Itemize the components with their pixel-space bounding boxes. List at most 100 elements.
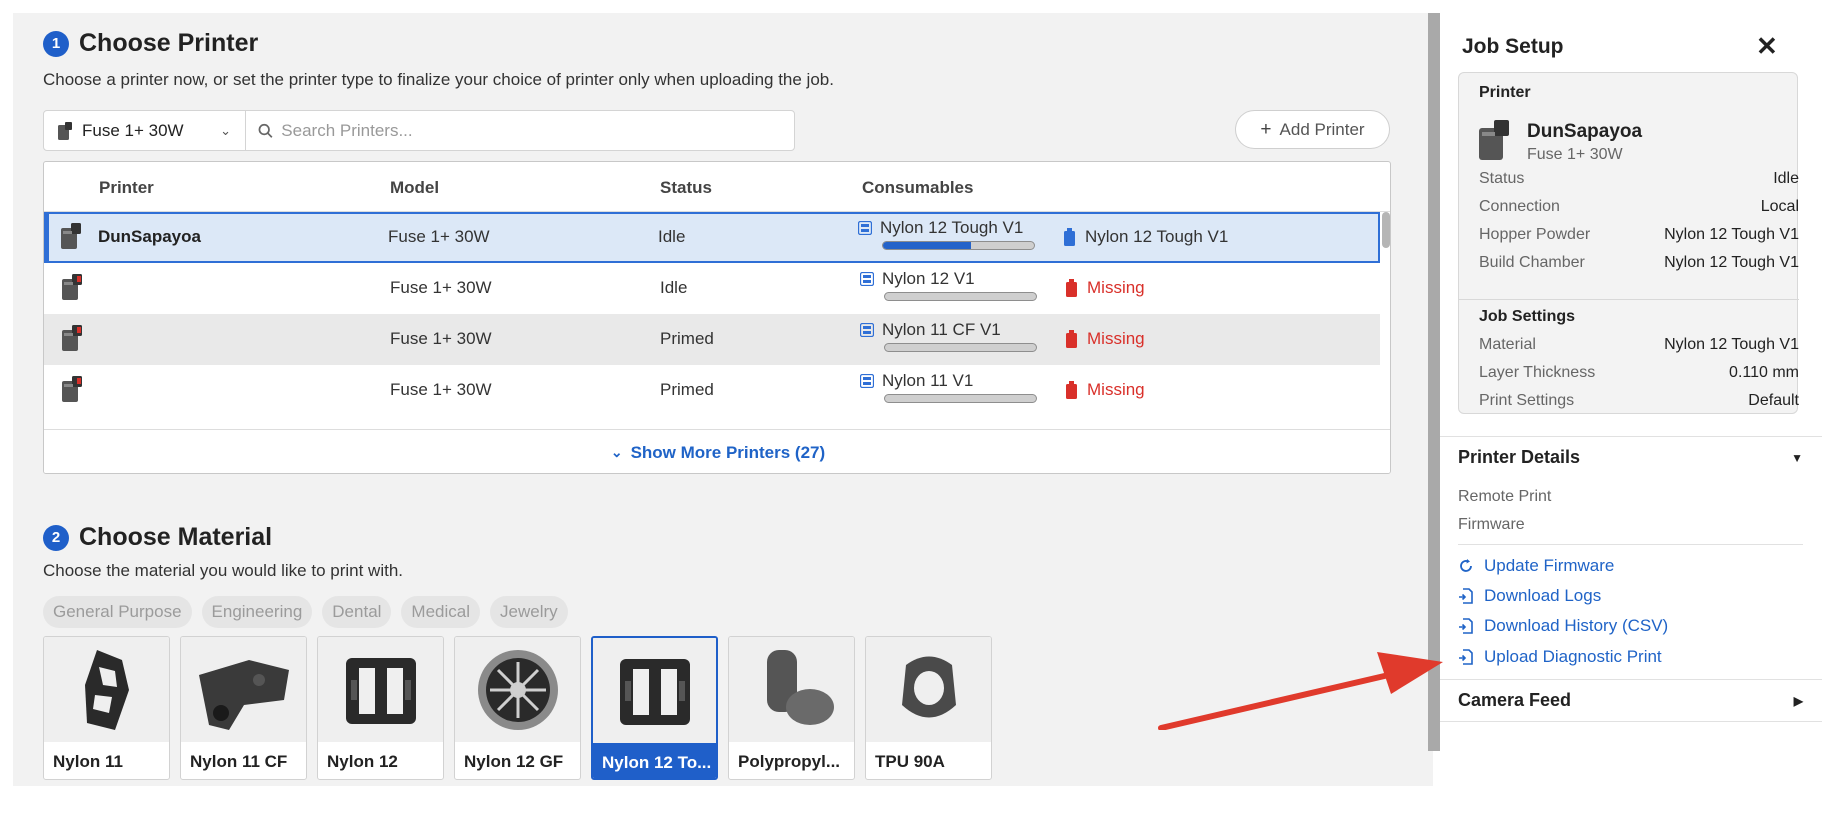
- hopper-powder-name: Nylon 12 Tough V1: [880, 218, 1024, 237]
- upload-file-icon: [1459, 649, 1473, 665]
- update-firmware-label: Update Firmware: [1484, 556, 1615, 575]
- chamber-consumable: Missing: [1066, 380, 1145, 400]
- material-card-nylon-11-cf[interactable]: Nylon 11 CF: [180, 636, 307, 780]
- material-card-nylon-11[interactable]: Nylon 11: [43, 636, 170, 780]
- section-divider: [1440, 436, 1822, 437]
- material-card-tpu-90a[interactable]: TPU 90A: [865, 636, 992, 780]
- download-file-icon: [1459, 618, 1473, 634]
- chamber-consumable: Missing: [1066, 278, 1145, 298]
- powder-level-bar: [884, 292, 1037, 301]
- table-row[interactable]: Fuse 1+ 30W Primed Nylon 11 V1 Missing: [44, 365, 1380, 416]
- chamber-name: Nylon 12 Tough V1: [1085, 227, 1229, 246]
- update-firmware-link[interactable]: Update Firmware: [1458, 556, 1614, 576]
- upload-diagnostic-print-link[interactable]: Upload Diagnostic Print: [1458, 647, 1662, 667]
- show-more-printers-button[interactable]: ⌄ Show More Printers (27): [44, 429, 1390, 473]
- printer-model: Fuse 1+ 30W: [388, 227, 490, 246]
- filter-chip-medical[interactable]: Medical: [401, 596, 481, 628]
- printer-details-toggle[interactable]: Printer Details ▼: [1458, 447, 1803, 468]
- close-icon[interactable]: ✕: [1756, 31, 1778, 62]
- choose-printer-heading: 1 Choose Printer: [43, 29, 258, 58]
- chamber-missing-label: Missing: [1087, 329, 1145, 348]
- panel-scrollbar[interactable]: [1428, 13, 1440, 751]
- plus-icon: +: [1260, 118, 1272, 140]
- printer-filter-toolbar: Fuse 1+ 30W ⌄: [43, 110, 795, 151]
- powder-level-bar: [882, 241, 1035, 250]
- material-label: Nylon 12: [327, 751, 398, 771]
- prop-hopper-powder: Hopper Powder Nylon 12 Tough V1: [1479, 226, 1799, 243]
- add-printer-button[interactable]: + Add Printer: [1235, 110, 1390, 149]
- table-scrollbar[interactable]: [1382, 212, 1390, 248]
- column-header-consumables: Consumables: [862, 178, 974, 197]
- selected-printer-model: Fuse 1+ 30W: [1527, 146, 1623, 163]
- download-history-link[interactable]: Download History (CSV): [1458, 616, 1668, 636]
- camera-feed-toggle[interactable]: Camera Feed ▶: [1458, 690, 1803, 711]
- choose-material-heading: 2 Choose Material: [43, 523, 272, 552]
- filter-chip-jewelry[interactable]: Jewelry: [490, 596, 568, 628]
- powder-level-bar: [884, 394, 1037, 403]
- job-settings-label: Job Settings: [1479, 308, 1576, 325]
- material-label: Polypropyl...: [738, 751, 841, 771]
- filter-chip-engineering[interactable]: Engineering: [201, 596, 313, 628]
- choose-printer-title: Choose Printer: [79, 29, 259, 57]
- chamber-consumable: Missing: [1066, 329, 1145, 349]
- filter-chip-dental[interactable]: Dental: [322, 596, 392, 628]
- remote-print-label: Remote Print: [1458, 488, 1552, 505]
- powder-icon: [860, 323, 874, 337]
- prop-print-settings: Print Settings Default: [1479, 392, 1799, 409]
- printer-icon: [1479, 120, 1509, 165]
- material-cards: Nylon 11 Nylon 11 CF Nylon 12 Nylon 12 G…: [43, 636, 992, 780]
- search-icon: [258, 123, 273, 138]
- chamber-missing-icon: [1066, 381, 1077, 399]
- printer-type-select[interactable]: Fuse 1+ 30W ⌄: [44, 111, 246, 150]
- job-setup-card: Printer DunSapayoa Fuse 1+ 30W Status Idl…: [1458, 72, 1799, 414]
- prop-layer-thickness: Layer Thickness 0.110 mm: [1479, 364, 1799, 381]
- chamber-missing-icon: [1066, 279, 1077, 297]
- material-thumbnail: [44, 637, 169, 742]
- hopper-consumable: Nylon 11 CF V1: [860, 320, 1037, 352]
- material-thumbnail: [866, 637, 991, 742]
- prop-connection: Connection Local: [1479, 198, 1799, 215]
- column-header-model: Model: [390, 178, 440, 197]
- column-header-status: Status: [660, 178, 712, 197]
- details-divider: [1458, 544, 1803, 545]
- printer-details-title: Printer Details: [1458, 447, 1581, 467]
- download-logs-label: Download Logs: [1484, 586, 1602, 605]
- printer-status: Primed: [660, 329, 714, 348]
- table-row[interactable]: DunSapayoa Fuse 1+ 30W Idle Nylon 12 Tou…: [44, 212, 1380, 263]
- job-setup-title: Job Setup: [1462, 35, 1564, 58]
- filter-chip-general-purpose[interactable]: General Purpose: [43, 596, 192, 628]
- download-file-icon: [1459, 588, 1473, 604]
- printer-name: DunSapayoa: [98, 227, 201, 246]
- printer-icon: [62, 274, 82, 305]
- job-setup-panel: Job Setup ✕ Printer DunSapayoa Fuse 1+ 3…: [1440, 13, 1822, 786]
- material-card-polypropylene[interactable]: Polypropyl...: [728, 636, 855, 780]
- material-filter-chips: General Purpose Engineering Dental Medic…: [43, 596, 568, 628]
- step-1-badge: 1: [43, 30, 69, 57]
- table-row[interactable]: Fuse 1+ 30W Primed Nylon 11 CF V1 Missin…: [44, 314, 1380, 365]
- printer-status: Idle: [658, 227, 686, 246]
- choose-material-title: Choose Material: [79, 523, 273, 551]
- camera-feed-title: Camera Feed: [1458, 690, 1572, 710]
- table-row[interactable]: Fuse 1+ 30W Idle Nylon 12 V1 Missing: [44, 263, 1380, 314]
- chamber-missing-label: Missing: [1087, 278, 1145, 297]
- material-card-nylon-12-tough[interactable]: Nylon 12 To...: [591, 636, 718, 780]
- hopper-powder-name: Nylon 11 V1: [882, 371, 974, 390]
- prop-status: Status Idle: [1479, 170, 1799, 187]
- printer-search: [246, 111, 794, 150]
- firmware-label: Firmware: [1458, 516, 1525, 533]
- printer-status: Idle: [660, 278, 688, 297]
- download-logs-link[interactable]: Download Logs: [1458, 586, 1601, 606]
- printer-model: Fuse 1+ 30W: [390, 278, 492, 297]
- printer-status: Primed: [660, 380, 714, 399]
- printer-section-label: Printer: [1479, 84, 1531, 101]
- printer-icon: [62, 325, 82, 356]
- show-more-label: Show More Printers (27): [630, 442, 826, 462]
- material-card-nylon-12-gf[interactable]: Nylon 12 GF: [454, 636, 581, 780]
- annotation-arrow-icon: [1158, 652, 1443, 730]
- choose-printer-description: Choose a printer now, or set the printer…: [43, 70, 834, 89]
- chevron-down-icon: ⌄: [220, 122, 231, 138]
- hopper-consumable: Nylon 11 V1: [860, 371, 1037, 403]
- search-input[interactable]: [281, 120, 782, 141]
- printer-type-label: Fuse 1+ 30W: [82, 120, 184, 140]
- material-card-nylon-12[interactable]: Nylon 12: [317, 636, 444, 780]
